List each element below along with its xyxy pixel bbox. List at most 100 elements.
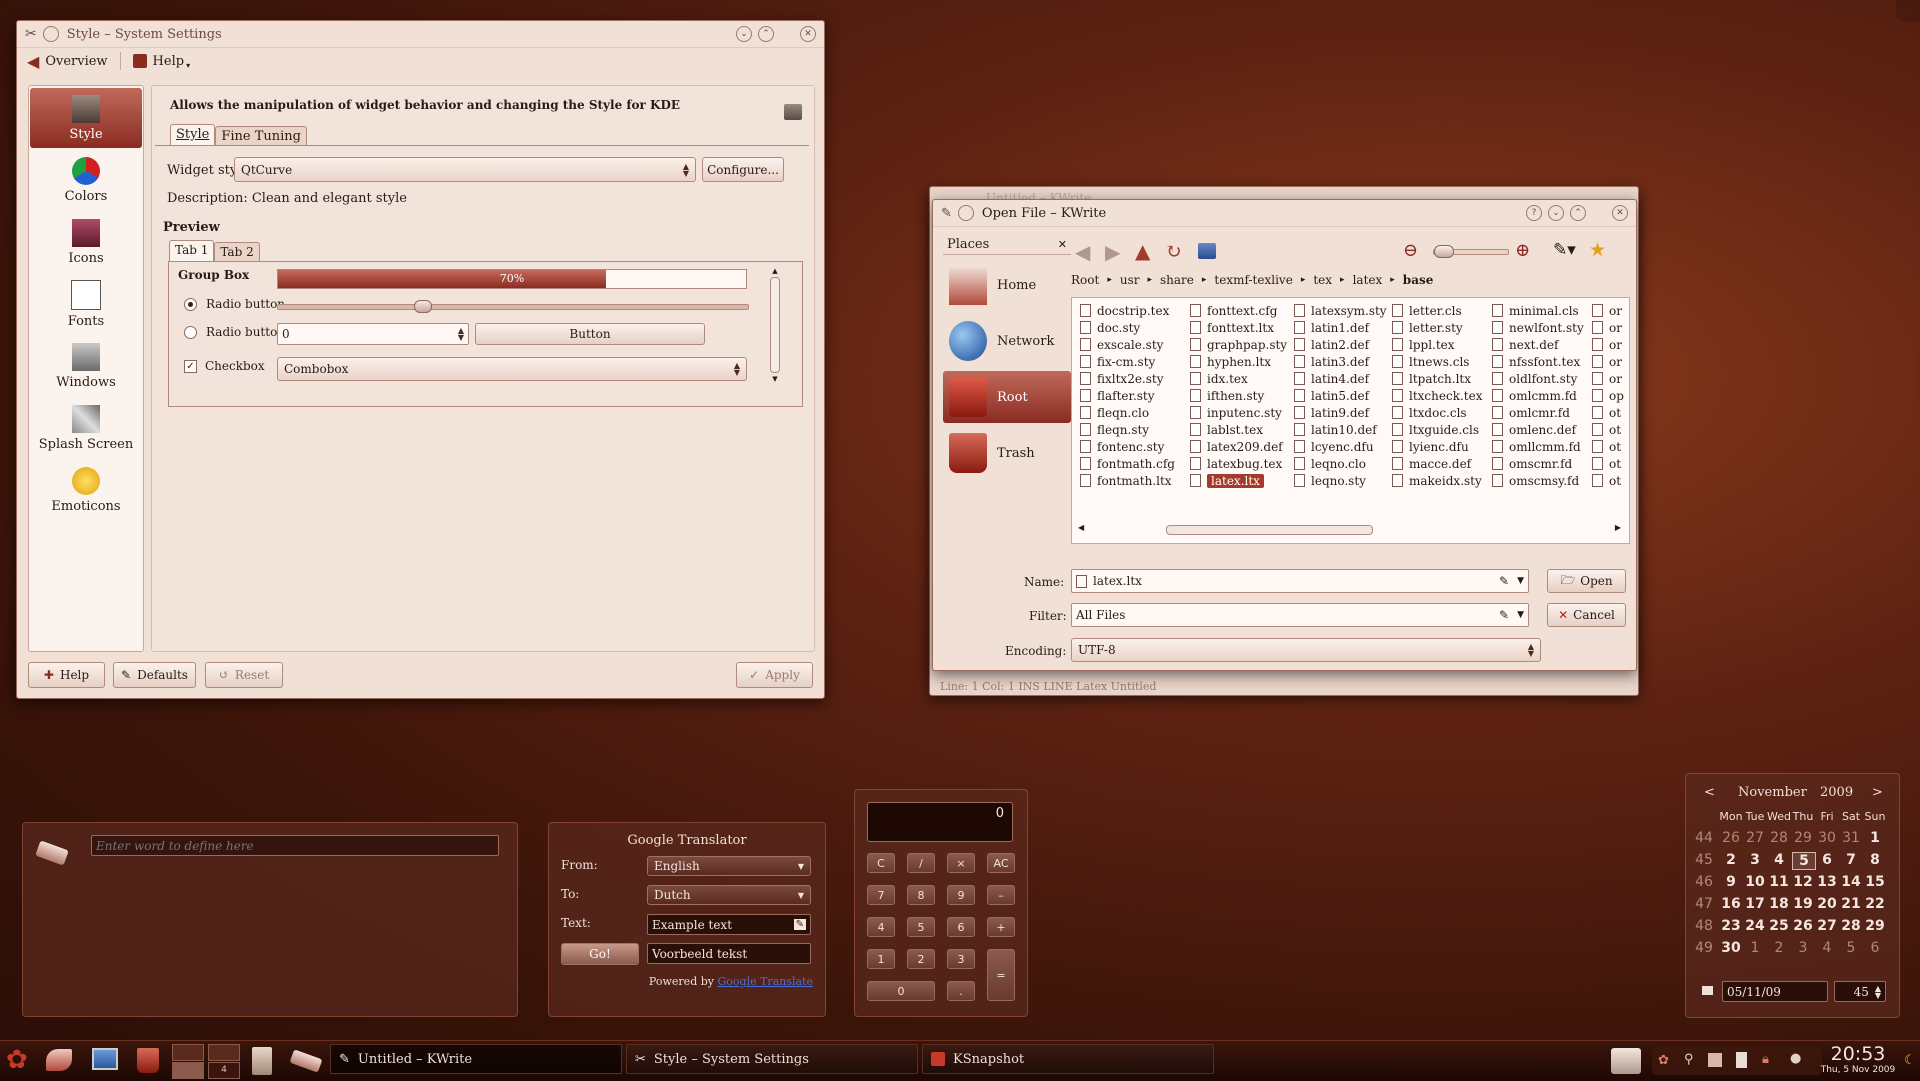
file-item[interactable]: macce.def — [1392, 455, 1482, 472]
calc-key[interactable]: 8 — [907, 885, 935, 905]
week-number[interactable]: 49 — [1694, 940, 1714, 956]
calendar-day[interactable]: 4 — [1816, 940, 1838, 956]
help-menu[interactable]: Help ▾ — [132, 53, 190, 70]
tray-bulb-icon[interactable]: ● — [1790, 1051, 1801, 1066]
month-label[interactable]: November — [1738, 785, 1807, 800]
week-spinbox[interactable]: 45 ▲ ▼ — [1834, 981, 1886, 1002]
prev-month-button[interactable]: < — [1704, 785, 1715, 800]
calendar-day[interactable]: 6 — [1864, 940, 1886, 956]
titlebar[interactable]: ✂ Style – System Settings ⌄ ⌃ ✕ — [17, 21, 824, 48]
help-q-button[interactable]: ? — [1526, 205, 1542, 221]
file-item[interactable]: ot — [1592, 455, 1624, 472]
pager-desktop-1[interactable] — [172, 1044, 204, 1061]
file-item[interactable]: letter.cls — [1392, 302, 1482, 319]
sidebar-item-style[interactable]: Style — [30, 88, 142, 148]
task-ksnapshot[interactable]: KSnapshot — [922, 1044, 1214, 1074]
to-combo[interactable]: Dutch ▼ — [647, 885, 811, 905]
tray-lock-icon[interactable]: 🔒︎ — [1762, 1052, 1769, 1067]
week-number[interactable]: 48 — [1694, 918, 1714, 934]
moon-icon[interactable]: ☾ — [1904, 1053, 1916, 1068]
breadcrumb-segment[interactable]: Root — [1071, 273, 1099, 287]
file-item[interactable]: ltxguide.cls — [1392, 421, 1482, 438]
calc-key[interactable]: 1 — [867, 949, 895, 969]
zoom-out-icon[interactable]: ⊖ — [1403, 240, 1418, 261]
tray-bug-icon[interactable]: ✿ — [1658, 1053, 1669, 1068]
file-item[interactable]: op — [1592, 387, 1624, 404]
file-item[interactable]: ot — [1592, 472, 1624, 489]
zoom-slider[interactable] — [1433, 245, 1509, 258]
monitor-launcher-icon[interactable] — [92, 1048, 118, 1070]
file-item[interactable]: ot — [1592, 421, 1624, 438]
calendar-day[interactable]: 24 — [1744, 918, 1766, 934]
file-item[interactable]: lablst.tex — [1190, 421, 1287, 438]
place-home[interactable]: Home — [943, 259, 1071, 311]
calendar-day[interactable]: 28 — [1768, 830, 1790, 846]
calc-key[interactable]: 5 — [907, 917, 935, 937]
file-item[interactable]: leqno.clo — [1294, 455, 1387, 472]
preview-slider[interactable] — [277, 300, 749, 313]
file-item[interactable]: ot — [1592, 404, 1624, 421]
calendar-day[interactable]: 1 — [1864, 830, 1886, 846]
tray-clipboard-icon[interactable] — [1736, 1052, 1747, 1068]
file-item[interactable]: omlcmm.fd — [1492, 387, 1584, 404]
calendar-day[interactable]: 28 — [1840, 918, 1862, 934]
calendar-day[interactable]: 30 — [1816, 830, 1838, 846]
calendar-day[interactable]: 1 — [1744, 940, 1766, 956]
calc-key[interactable]: × — [947, 853, 975, 873]
file-item[interactable]: ltxcheck.tex — [1392, 387, 1482, 404]
calc-key[interactable]: 7 — [867, 885, 895, 905]
tray-printer-icon[interactable] — [1708, 1053, 1722, 1067]
calendar-day[interactable]: 7 — [1840, 852, 1862, 868]
file-item[interactable]: ifthen.sty — [1190, 387, 1287, 404]
radio-button-1[interactable]: Radio button — [184, 297, 285, 311]
file-item[interactable]: or — [1592, 319, 1624, 336]
preview-combobox[interactable]: Combobox ▲ ▼ — [277, 357, 747, 381]
breadcrumb-separator-icon[interactable]: ▸ — [1390, 275, 1395, 285]
cancel-button[interactable]: ✕ Cancel — [1547, 603, 1626, 627]
widget-style-combo[interactable]: QtCurve ▲ ▼ — [234, 157, 696, 182]
preview-tab-2[interactable]: Tab 2 — [214, 242, 260, 261]
file-item[interactable]: latin4.def — [1294, 370, 1387, 387]
file-item[interactable]: latin3.def — [1294, 353, 1387, 370]
place-root[interactable]: Root — [943, 371, 1071, 423]
file-item[interactable]: latex.ltx — [1190, 472, 1287, 489]
week-number[interactable]: 45 — [1694, 852, 1714, 868]
from-combo[interactable]: English ▼ — [647, 856, 811, 876]
clock[interactable]: 20:53 Thu, 5 Nov 2009 — [1818, 1041, 1898, 1081]
forward-icon[interactable]: ▶ — [1105, 240, 1120, 264]
breadcrumb-segment[interactable]: tex — [1313, 273, 1332, 287]
tab-style[interactable]: Style — [170, 124, 216, 146]
week-number[interactable]: 44 — [1694, 830, 1714, 846]
file-item[interactable]: latin5.def — [1294, 387, 1387, 404]
scroll-left-icon[interactable]: ◀ — [1078, 523, 1084, 532]
file-item[interactable]: letter.sty — [1392, 319, 1482, 336]
calc-key[interactable]: AC — [987, 853, 1015, 873]
encoding-combo[interactable]: UTF-8 ▲ ▼ — [1071, 638, 1541, 662]
help-button[interactable]: ✚ Help — [28, 662, 105, 688]
sidebar-item-colors[interactable]: Colors — [30, 150, 142, 210]
sidebar-item-windows[interactable]: Windows — [30, 336, 142, 396]
file-item[interactable]: flafter.sty — [1080, 387, 1175, 404]
breadcrumb-segment[interactable]: texmf-texlive — [1214, 273, 1292, 287]
minimize-button[interactable]: ⌄ — [1548, 205, 1564, 221]
calc-key[interactable]: 4 — [867, 917, 895, 937]
calc-key[interactable]: = — [987, 949, 1015, 1001]
file-item[interactable]: oldlfont.sty — [1492, 370, 1584, 387]
spin-box[interactable]: 0 ▲ ▼ — [277, 323, 469, 345]
sidebar-item-emoticons[interactable]: Emoticons — [30, 460, 142, 520]
file-item[interactable]: omscmr.fd — [1492, 455, 1584, 472]
file-item[interactable]: lcyenc.dfu — [1294, 438, 1387, 455]
klipper-icon[interactable] — [1611, 1048, 1641, 1074]
calendar-day[interactable]: 31 — [1840, 830, 1862, 846]
file-item[interactable]: leqno.sty — [1294, 472, 1387, 489]
file-item[interactable]: ot — [1592, 438, 1624, 455]
file-item[interactable]: or — [1592, 370, 1624, 387]
calendar-day[interactable]: 17 — [1744, 896, 1766, 912]
bookmark-star-icon[interactable]: ★ — [1589, 239, 1606, 261]
calendar-day[interactable]: 21 — [1840, 896, 1862, 912]
file-item[interactable]: fix-cm.sty — [1080, 353, 1175, 370]
dialog-titlebar[interactable]: ✎ Open File – KWrite ? ⌄ ⌃ ✕ — [933, 200, 1636, 227]
trash-launcher-icon[interactable] — [137, 1048, 159, 1073]
hscroll-thumb[interactable] — [1166, 525, 1373, 535]
clear-icon[interactable]: ✎ — [1499, 608, 1509, 622]
